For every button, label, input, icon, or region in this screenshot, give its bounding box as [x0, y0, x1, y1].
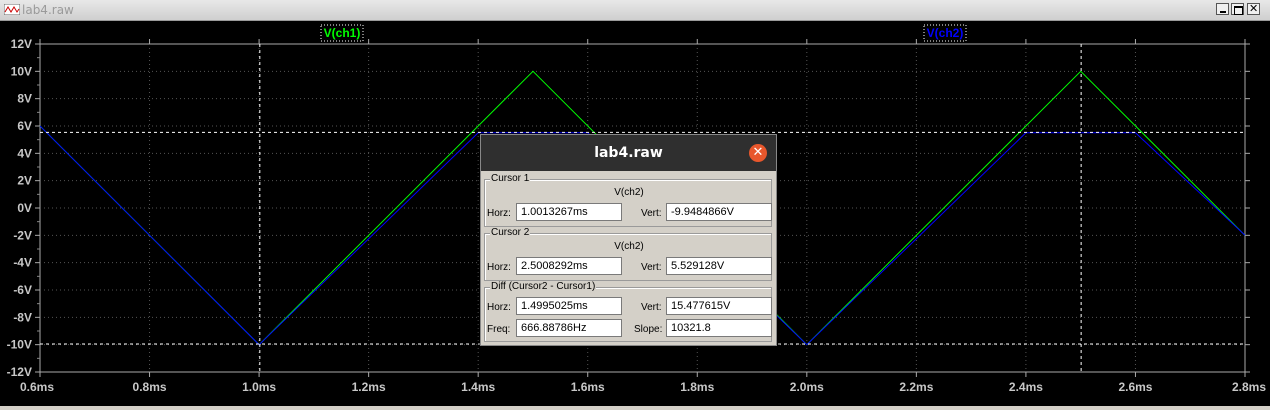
x-tick-label: 2.4ms	[1009, 380, 1043, 394]
trace-label-text: V(ch1)	[324, 26, 361, 40]
cursor2-label: Cursor 2	[490, 227, 531, 238]
window-title: lab4.raw	[22, 3, 74, 17]
cursor1-group: Cursor 1 V(ch2) Horz: 1.0013267ms Vert: …	[484, 173, 772, 227]
cursor2-horz-label: Horz:	[487, 262, 511, 273]
dialog-close-button[interactable]: ✕	[749, 144, 767, 162]
x-tick-label: 2.8ms	[1232, 380, 1266, 394]
y-tick-label: 12V	[11, 37, 32, 51]
minimize-button[interactable]	[1216, 3, 1229, 15]
x-tick-label: 0.8ms	[133, 380, 167, 394]
maximize-icon	[1234, 6, 1243, 15]
y-tick-label: -8V	[13, 310, 32, 324]
y-tick-label: 4V	[17, 146, 32, 160]
x-tick-label: 1.0ms	[242, 380, 276, 394]
x-tick-label: 2.2ms	[899, 380, 933, 394]
diff-vert-field[interactable]: 15.477615V	[666, 297, 772, 315]
diff-freq-label: Freq:	[487, 324, 511, 335]
diff-horz-field[interactable]: 1.4995025ms	[516, 297, 622, 315]
trace-label-text: V(ch2)	[927, 26, 964, 40]
cursor-dialog: lab4.raw ✕ Cursor 1 V(ch2) Horz: 1.00132…	[480, 134, 777, 346]
x-tick-label: 1.6ms	[571, 380, 605, 394]
cursor2-horz-field[interactable]: 2.5008292ms	[516, 257, 622, 275]
cursor1-trace: V(ch2)	[614, 187, 644, 198]
cursor1-horz-label: Horz:	[487, 208, 511, 219]
diff-freq-field[interactable]: 666.88786Hz	[516, 319, 622, 337]
diff-slope-field[interactable]: 10321.8	[666, 319, 772, 337]
x-tick-label: 2.6ms	[1118, 380, 1152, 394]
diff-horz-label: Horz:	[487, 302, 511, 313]
dialog-title: lab4.raw	[594, 145, 663, 161]
y-tick-label: 2V	[17, 174, 32, 188]
y-tick-label: -4V	[13, 256, 32, 270]
diff-group: Diff (Cursor2 - Cursor1) Horz: 1.4995025…	[484, 281, 772, 342]
cursor2-trace: V(ch2)	[614, 241, 644, 252]
y-tick-label: -2V	[13, 228, 32, 242]
title-bar: lab4.raw ✕	[0, 0, 1270, 21]
close-button[interactable]: ✕	[1247, 2, 1260, 15]
cursor2-vert-label: Vert:	[641, 262, 662, 273]
cursor1-vert-field[interactable]: -9.9484866V	[666, 203, 772, 221]
y-tick-label: 0V	[17, 201, 32, 215]
maximize-button[interactable]	[1231, 3, 1244, 15]
x-tick-label: 1.2ms	[352, 380, 386, 394]
x-tick-label: 0.6ms	[20, 380, 54, 394]
minimize-icon	[1220, 11, 1226, 13]
x-tick-label: 1.4ms	[461, 380, 495, 394]
diff-slope-label: Slope:	[634, 324, 663, 335]
y-tick-label: 6V	[17, 119, 32, 133]
cursor2-group: Cursor 2 V(ch2) Horz: 2.5008292ms Vert: …	[484, 227, 772, 281]
diff-label: Diff (Cursor2 - Cursor1)	[490, 281, 597, 292]
y-tick-label: -10V	[7, 338, 32, 352]
close-icon: ✕	[752, 145, 764, 160]
y-tick-label: 10V	[11, 64, 32, 78]
cursor1-horz-field[interactable]: 1.0013267ms	[516, 203, 622, 221]
y-tick-label: 8V	[17, 92, 32, 106]
y-tick-label: -12V	[7, 365, 32, 379]
waveform-app-icon	[4, 4, 20, 15]
cursor2-vert-field[interactable]: 5.529128V	[666, 257, 772, 275]
dialog-header: lab4.raw ✕	[481, 135, 776, 171]
trace-label-ch1[interactable]: V(ch1)	[320, 24, 364, 42]
cursor1-vert-label: Vert:	[641, 208, 662, 219]
x-tick-label: 1.8ms	[680, 380, 714, 394]
diff-vert-label: Vert:	[641, 302, 662, 313]
x-tick-label: 2.0ms	[790, 380, 824, 394]
y-tick-label: -6V	[13, 283, 32, 297]
close-icon: ✕	[1249, 2, 1259, 15]
cursor1-label: Cursor 1	[490, 173, 531, 184]
trace-label-ch2[interactable]: V(ch2)	[923, 24, 967, 42]
